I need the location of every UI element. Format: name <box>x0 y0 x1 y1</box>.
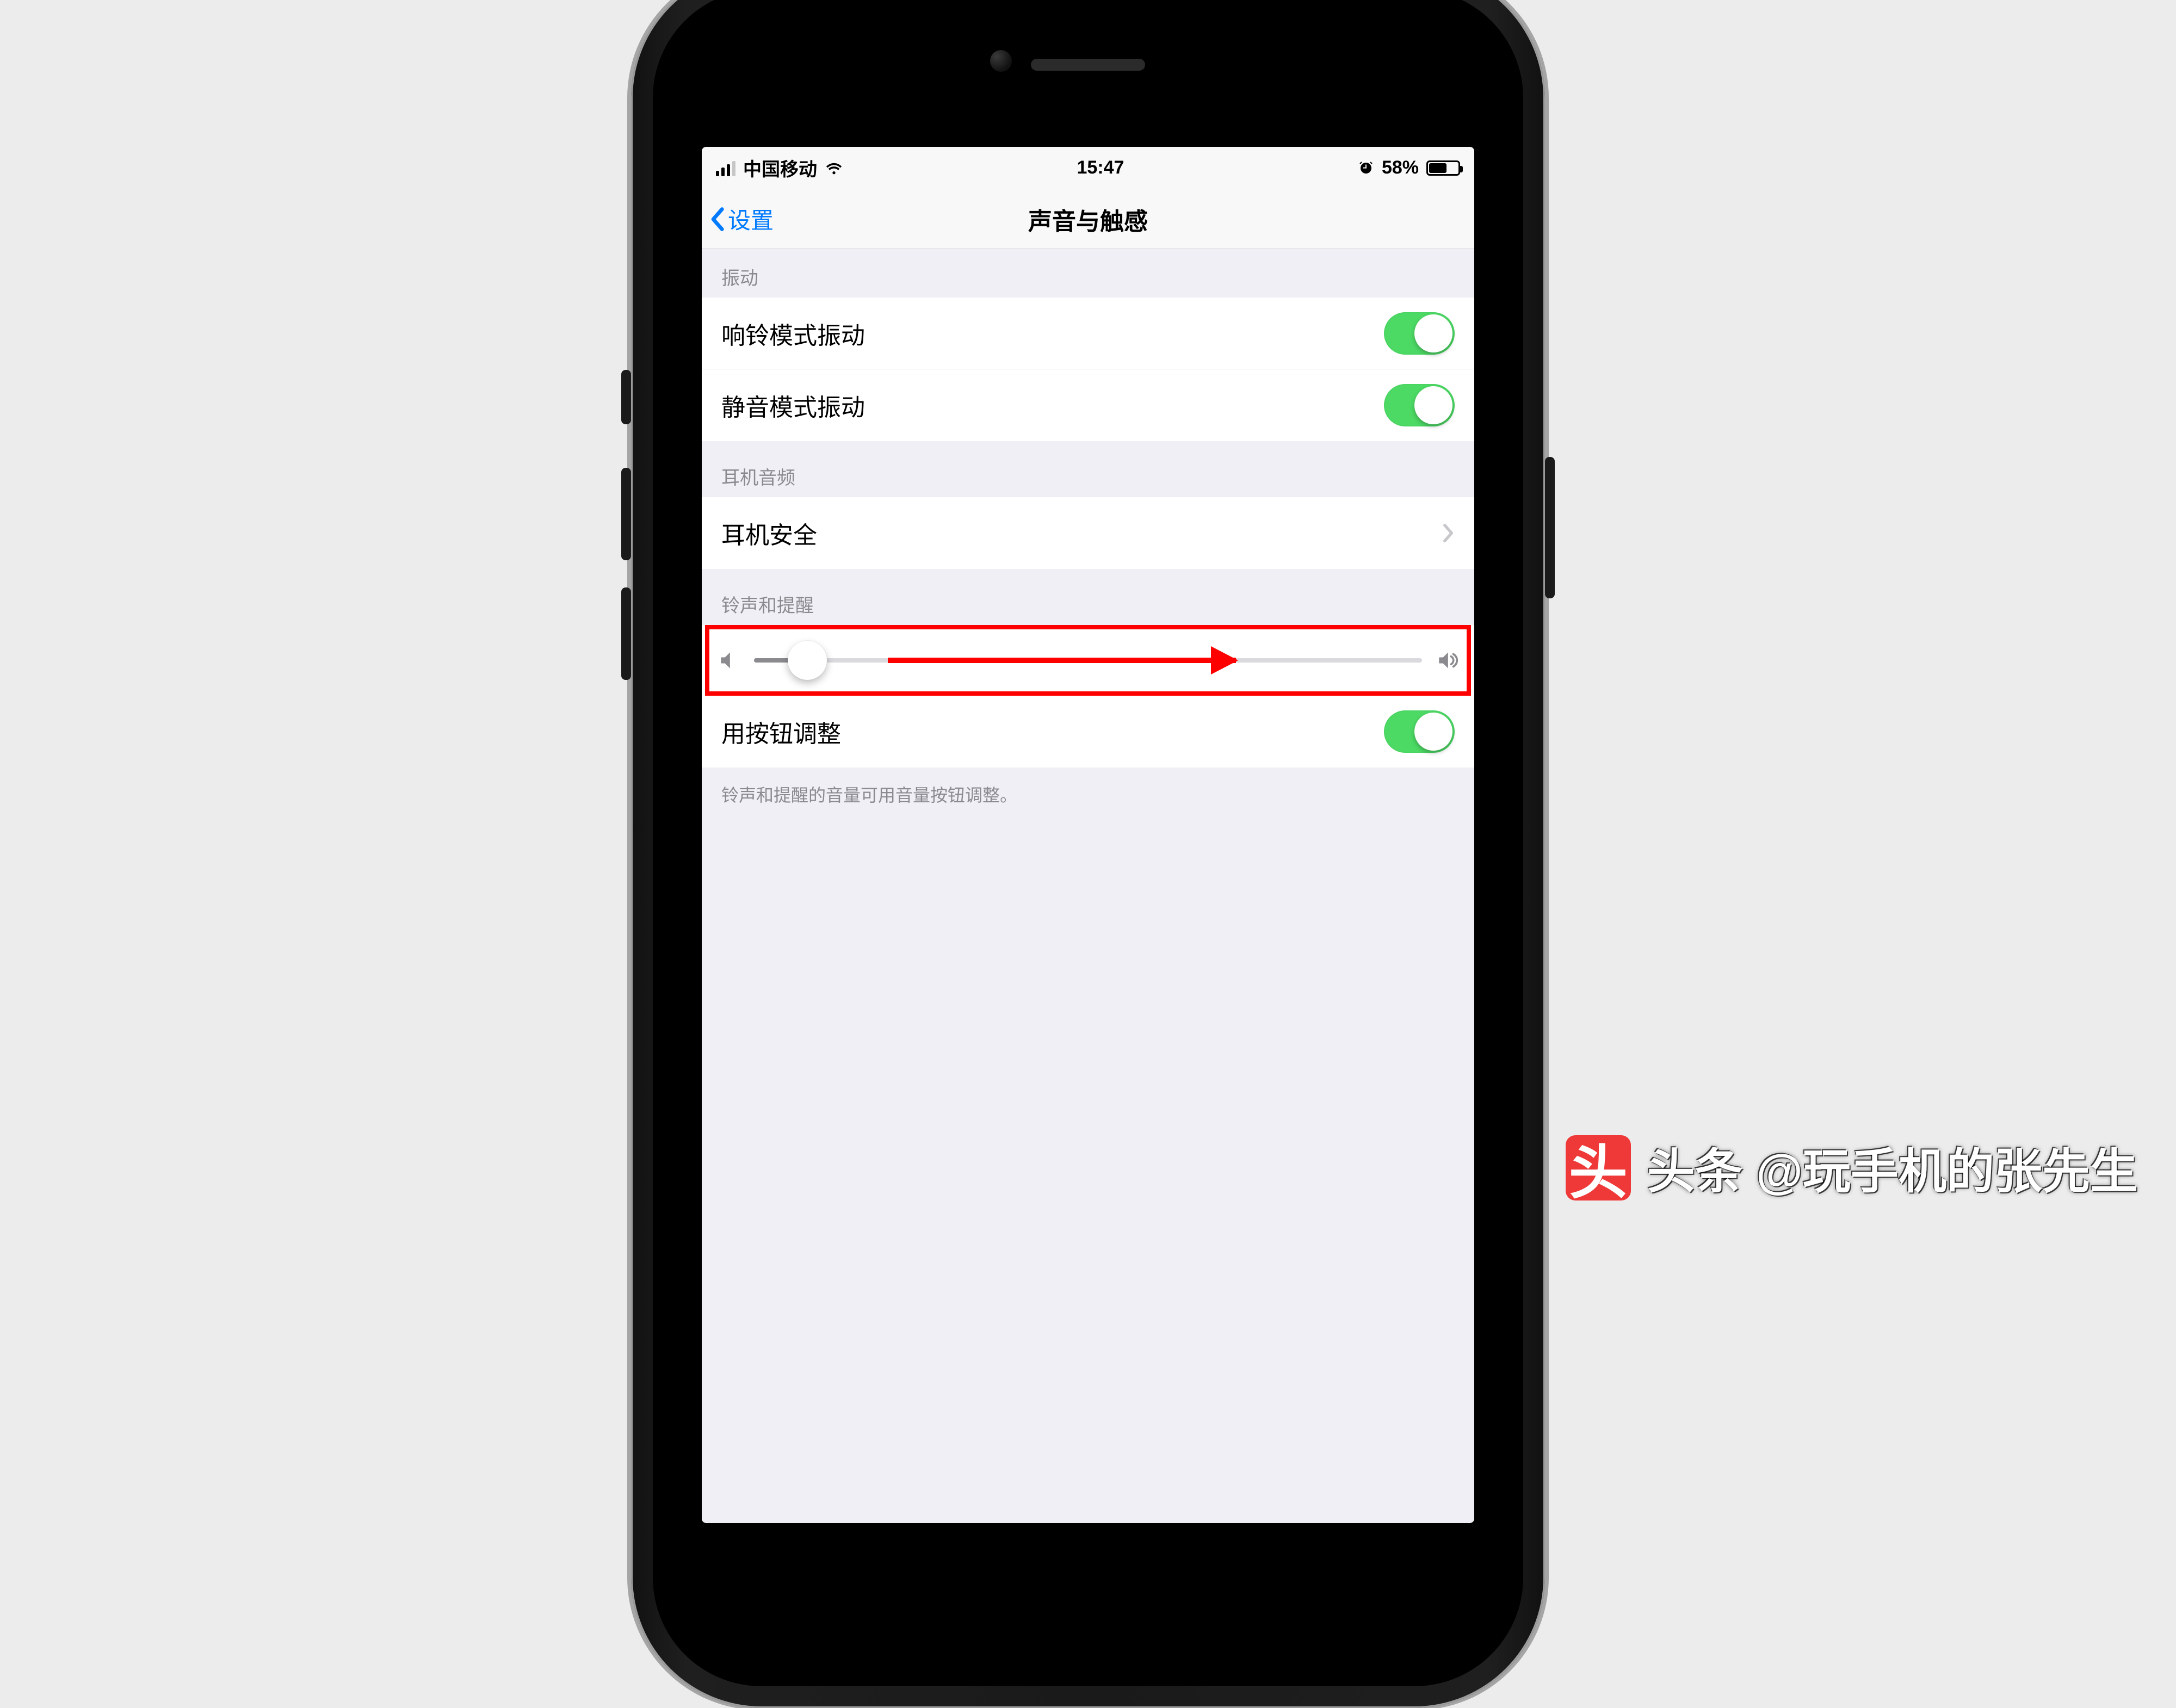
watermark: 头 头条 @玩手机的张先生 <box>1566 1133 2138 1202</box>
page-title: 声音与触感 <box>702 202 1474 237</box>
alarm-icon <box>1358 160 1374 176</box>
screen: 中国移动 15:47 58% <box>702 147 1474 1523</box>
section-header-ringer: 铃声和提醒 <box>702 569 1474 625</box>
row-label: 耳机安全 <box>721 516 1443 550</box>
ringer-volume-slider[interactable] <box>754 658 1422 663</box>
row-ring-vibrate[interactable]: 响铃模式振动 <box>702 298 1474 369</box>
watermark-text: 头条 @玩手机的张先生 <box>1647 1133 2138 1202</box>
row-label: 用按钮调整 <box>721 714 1384 749</box>
row-silent-vibrate[interactable]: 静音模式振动 <box>702 369 1474 441</box>
status-left: 中国移动 <box>716 154 843 181</box>
chevron-right-icon <box>1443 523 1455 543</box>
section-header-headphone: 耳机音频 <box>702 441 1474 497</box>
earpiece <box>1031 59 1145 71</box>
volume-high-icon <box>1435 648 1459 672</box>
slider-thumb[interactable] <box>788 641 827 680</box>
status-bar: 中国移动 15:47 58% <box>702 147 1474 189</box>
watermark-badge: 头 <box>1566 1135 1631 1200</box>
nav-bar: 设置 声音与触感 <box>702 189 1474 249</box>
chevron-left-icon <box>709 207 725 232</box>
battery-percent: 58% <box>1382 157 1419 178</box>
mute-switch <box>621 370 631 424</box>
status-time: 15:47 <box>843 157 1358 178</box>
row-label: 响铃模式振动 <box>721 316 1384 351</box>
power-button <box>1545 457 1555 598</box>
group-headphone: 耳机安全 <box>702 497 1474 569</box>
status-right: 58% <box>1358 157 1460 178</box>
wifi-icon <box>825 159 843 177</box>
row-headphone-safety[interactable]: 耳机安全 <box>702 497 1474 569</box>
toggle-ring-vibrate[interactable] <box>1384 312 1455 355</box>
toggle-change-with-buttons[interactable] <box>1384 710 1455 753</box>
carrier-label: 中国移动 <box>743 154 817 181</box>
row-label: 静音模式振动 <box>721 388 1384 423</box>
annotation-arrow <box>888 658 1236 663</box>
section-header-vibration: 振动 <box>702 249 1474 298</box>
toggle-silent-vibrate[interactable] <box>1384 384 1455 426</box>
phone-frame: 中国移动 15:47 58% <box>631 0 1545 1708</box>
group-ringer: 用按钮调整 <box>702 625 1474 768</box>
group-vibration: 响铃模式振动 静音模式振动 <box>702 298 1474 441</box>
row-change-with-buttons[interactable]: 用按钮调整 <box>702 696 1474 768</box>
cellular-signal-icon <box>716 160 735 176</box>
back-button[interactable]: 设置 <box>702 202 774 236</box>
back-label: 设置 <box>728 202 774 236</box>
battery-icon <box>1426 160 1460 176</box>
phone-bezel: 中国移动 15:47 58% <box>653 0 1523 1686</box>
volume-down-button <box>621 587 631 680</box>
row-ringer-volume[interactable] <box>702 625 1474 696</box>
front-camera <box>990 50 1012 72</box>
volume-up-button <box>621 468 631 560</box>
footer-note-ringer: 铃声和提醒的音量可用音量按钮调整。 <box>702 768 1474 812</box>
volume-low-icon <box>717 648 741 672</box>
